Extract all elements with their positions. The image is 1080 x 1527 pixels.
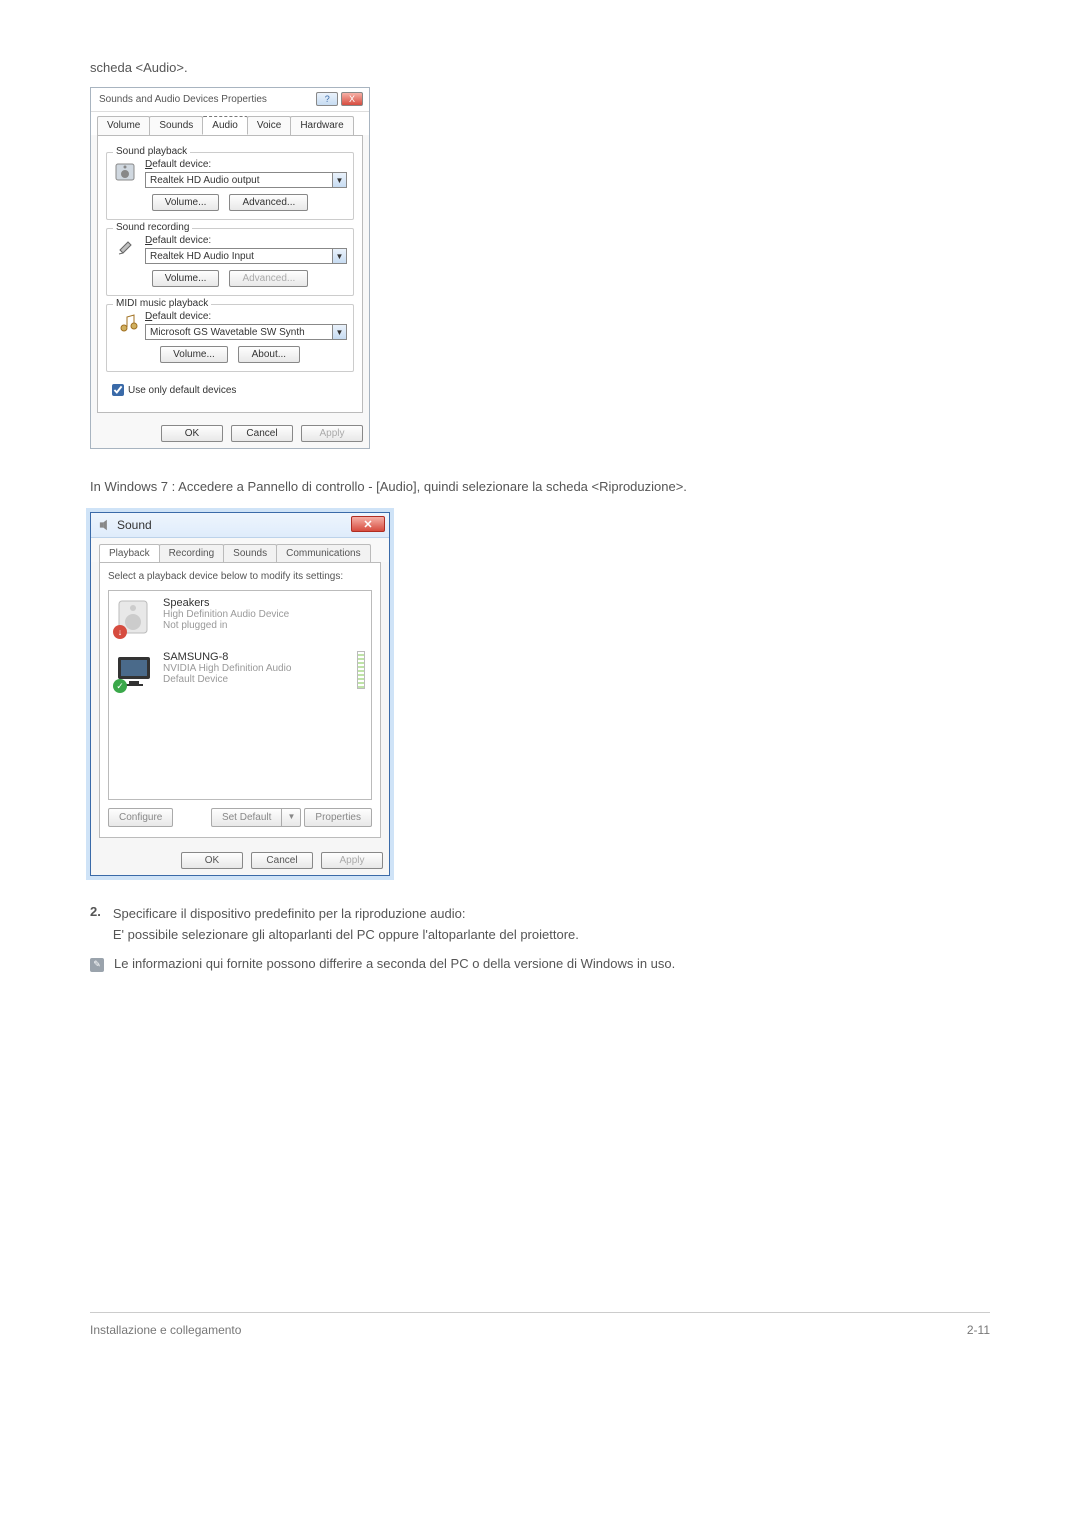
playback-device-select[interactable]: Realtek HD Audio output ▼ — [145, 172, 347, 188]
monitor-device-icon: ✓ — [115, 651, 155, 691]
apply-button: Apply — [321, 852, 383, 869]
playback-legend: Sound playback — [113, 146, 190, 157]
w7-tabs: Playback Recording Sounds Communications — [91, 538, 389, 562]
text-between: In Windows 7 : Accedere a Pannello di co… — [90, 479, 990, 494]
chevron-down-icon: ▼ — [332, 249, 346, 263]
note-text: Le informazioni qui fornite possono diff… — [114, 956, 675, 971]
w7-tab-body: Select a playback device below to modify… — [99, 562, 381, 838]
xp-tabs: Volume Sounds Audio Voice Hardware — [91, 112, 369, 135]
tab-audio[interactable]: Audio — [202, 116, 248, 135]
device-desc: NVIDIA High Definition Audio — [163, 663, 291, 674]
device-name: SAMSUNG-8 — [163, 651, 291, 663]
tab-volume[interactable]: Volume — [97, 116, 150, 135]
list-item[interactable]: ✓ SAMSUNG-8 NVIDIA High Definition Audio… — [115, 651, 365, 691]
intro-text: scheda <Audio>. — [90, 60, 990, 75]
note-icon: ✎ — [90, 958, 104, 972]
ok-button[interactable]: OK — [161, 425, 223, 442]
sound-playback-group: Sound playback Default device: Realtek H… — [106, 152, 354, 220]
step-2: 2. Specificare il dispositivo predefinit… — [90, 904, 990, 946]
tab-sounds[interactable]: Sounds — [223, 544, 277, 562]
list-item[interactable]: ↓ Speakers High Definition Audio Device … — [115, 597, 365, 637]
midi-icon — [113, 311, 139, 337]
midi-volume-button[interactable]: Volume... — [160, 346, 228, 363]
cancel-button[interactable]: Cancel — [231, 425, 293, 442]
sound-recording-group: Sound recording Default device: Realtek … — [106, 228, 354, 296]
set-default-dropdown: ▼ — [282, 808, 301, 827]
midi-device-select[interactable]: Microsoft GS Wavetable SW Synth ▼ — [145, 324, 347, 340]
ok-button[interactable]: OK — [181, 852, 243, 869]
chevron-down-icon: ▼ — [332, 325, 346, 339]
tab-voice[interactable]: Voice — [247, 116, 291, 135]
chevron-down-icon: ▼ — [332, 173, 346, 187]
use-default-label: Use only default devices — [128, 385, 236, 396]
page-footer: Installazione e collegamento 2-11 — [90, 1312, 990, 1337]
properties-button: Properties — [304, 808, 372, 827]
recording-device-select[interactable]: Realtek HD Audio Input ▼ — [145, 248, 347, 264]
midi-default-label: Default device: — [145, 311, 347, 322]
recording-legend: Sound recording — [113, 222, 192, 233]
set-default-button: Set Default — [211, 808, 282, 827]
w7-prompt: Select a playback device below to modify… — [108, 571, 372, 582]
help-icon[interactable]: ? — [316, 92, 338, 106]
midi-playback-group: MIDI music playback Default device: Micr… — [106, 304, 354, 372]
midi-legend: MIDI music playback — [113, 298, 211, 309]
configure-button: Configure — [108, 808, 173, 827]
unplugged-badge-icon: ↓ — [113, 625, 127, 639]
sound-icon — [99, 518, 113, 532]
w7-sound-dialog: Sound ✕ Playback Recording Sounds Commun… — [90, 512, 390, 876]
xp-tab-body: Sound playback Default device: Realtek H… — [97, 135, 363, 413]
device-list: ↓ Speakers High Definition Audio Device … — [108, 590, 372, 800]
use-default-checkbox-row: Use only default devices — [106, 380, 354, 400]
step-line1: Specificare il dispositivo predefinito p… — [113, 904, 990, 925]
footer-left: Installazione e collegamento — [90, 1323, 241, 1337]
tab-hardware[interactable]: Hardware — [290, 116, 353, 135]
device-status: Default Device — [163, 674, 291, 685]
xp-title: Sounds and Audio Devices Properties — [99, 94, 267, 105]
recording-advanced-button: Advanced... — [229, 270, 308, 287]
xp-titlebar: Sounds and Audio Devices Properties ? X — [91, 88, 369, 112]
level-meter — [357, 651, 365, 689]
device-desc: High Definition Audio Device — [163, 609, 289, 620]
apply-button: Apply — [301, 425, 363, 442]
speaker-device-icon: ↓ — [115, 597, 155, 637]
xp-audio-dialog: Sounds and Audio Devices Properties ? X … — [90, 87, 370, 449]
footer-right: 2-11 — [967, 1323, 990, 1337]
close-icon[interactable]: ✕ — [351, 516, 385, 532]
close-icon[interactable]: X — [341, 92, 363, 106]
playback-advanced-button[interactable]: Advanced... — [229, 194, 308, 211]
tab-recording[interactable]: Recording — [159, 544, 225, 562]
default-badge-icon: ✓ — [113, 679, 127, 693]
tab-sounds[interactable]: Sounds — [149, 116, 203, 135]
tab-communications[interactable]: Communications — [276, 544, 370, 562]
microphone-icon — [113, 235, 139, 261]
device-status: Not plugged in — [163, 620, 289, 631]
recording-volume-button[interactable]: Volume... — [152, 270, 220, 287]
playback-default-label: Default device: — [145, 159, 347, 170]
w7-titlebar: Sound ✕ — [91, 513, 389, 538]
recording-default-label: Default device: — [145, 235, 347, 246]
tab-playback[interactable]: Playback — [99, 544, 160, 562]
w7-title: Sound — [117, 518, 152, 532]
midi-about-button[interactable]: About... — [238, 346, 300, 363]
step-number: 2. — [90, 904, 101, 946]
cancel-button[interactable]: Cancel — [251, 852, 313, 869]
step-line2: E' possibile selezionare gli altoparlant… — [113, 925, 990, 946]
playback-volume-button[interactable]: Volume... — [152, 194, 220, 211]
device-name: Speakers — [163, 597, 289, 609]
use-default-checkbox[interactable] — [112, 384, 124, 396]
speaker-icon — [113, 159, 139, 185]
note-row: ✎ Le informazioni qui fornite possono di… — [90, 956, 990, 972]
